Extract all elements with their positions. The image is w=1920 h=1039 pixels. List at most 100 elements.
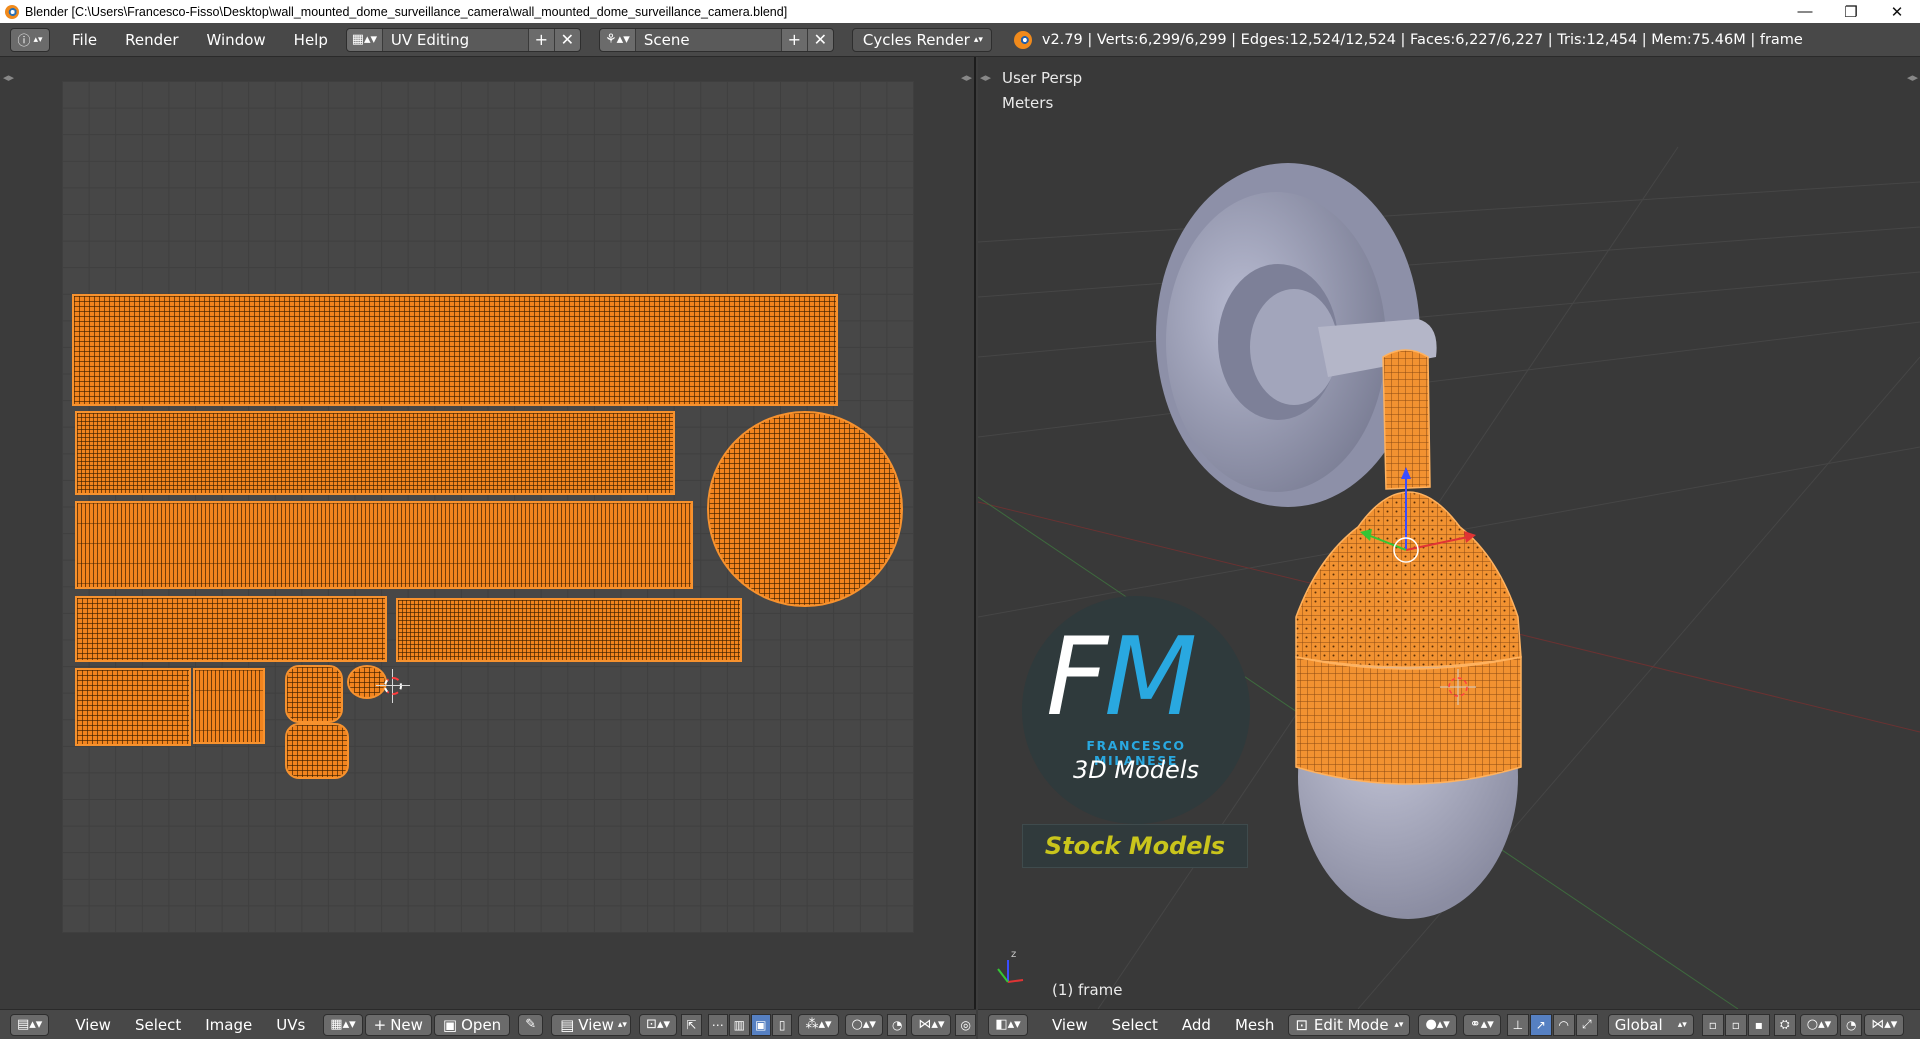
3d-menu-mesh[interactable]: Mesh (1223, 1016, 1287, 1034)
active-object-label: (1) frame (1052, 981, 1123, 999)
sticky-select-dropdown[interactable]: ⁂▴▾ (798, 1013, 839, 1036)
occlude-geometry-icon[interactable]: ⛭ (1773, 1013, 1796, 1036)
uv-menu-view[interactable]: View (63, 1016, 123, 1034)
uv-island[interactable] (193, 668, 265, 744)
new-image-button[interactable]: + New (364, 1013, 432, 1036)
uv-island[interactable] (285, 723, 349, 779)
close-button[interactable]: ✕ (1874, 0, 1920, 23)
island-select-icon[interactable]: ▯ (771, 1013, 793, 1036)
view-mode-icon: ▤ (560, 1015, 575, 1034)
proportional-edit-dropdown[interactable]: ○▴▾ (844, 1013, 883, 1036)
editor-type-button[interactable]: ◧▴▾ (988, 1013, 1028, 1036)
corner-arrow-icon[interactable]: ◂▸ (3, 71, 14, 84)
menu-file[interactable]: File (58, 31, 111, 49)
blender-app-icon (5, 4, 19, 19)
updown-icon: ▴▾ (33, 34, 43, 45)
folder-icon: ▣ (442, 1015, 458, 1034)
restore-button[interactable]: ❐ (1828, 0, 1874, 23)
uv-island[interactable] (396, 598, 742, 662)
3d-menu-view[interactable]: View (1040, 1016, 1100, 1034)
uv-menu-image[interactable]: Image (193, 1016, 264, 1034)
edit-mode-icon: ⊡ (1295, 1015, 1309, 1034)
plus-icon: + (373, 1015, 387, 1034)
watermark-letter-f: F (1046, 615, 1108, 740)
layer-icon[interactable]: ▫ (1701, 1013, 1724, 1036)
add-layout-icon[interactable]: + (527, 28, 554, 51)
proportional-falloff-icon[interactable]: ◔ (886, 1013, 908, 1036)
uv-menu-uvs[interactable]: UVs (264, 1016, 317, 1034)
snap-icon: ⋈▴▾ (918, 1017, 945, 1032)
overlay-icon[interactable]: ◎ (955, 1013, 976, 1036)
uv-menu-select[interactable]: Select (123, 1016, 193, 1034)
stats-text: v2.79 | Verts:6,299/6,299 | Edges:12,524… (1041, 31, 1803, 48)
sync-selection-icon[interactable]: ⇱ (681, 1013, 702, 1036)
snap-element-dropdown[interactable]: ⋈▴▾ (1864, 1013, 1905, 1036)
viewport-shading-dropdown[interactable]: ●▴▾ (1418, 1013, 1457, 1036)
watermark-stock-label: Stock Models (1022, 824, 1248, 868)
screen-layout-selector[interactable]: ▦▴▾ UV Editing + ✕ (345, 27, 581, 52)
scene-selector[interactable]: ⚘▴▾ Scene + ✕ (598, 27, 834, 52)
remove-scene-icon[interactable]: ✕ (806, 28, 833, 51)
watermark-letter-m: M (1104, 615, 1197, 740)
menu-help[interactable]: Help (280, 31, 342, 49)
select-face-icon[interactable]: ▪ (1747, 1013, 1770, 1036)
new-image-label: New (390, 1015, 423, 1034)
face-select-icon[interactable]: ▣ (750, 1013, 771, 1036)
corner-arrow-icon[interactable]: ◂▸ (961, 71, 972, 84)
updown-icon: ▴▾ (1394, 1019, 1404, 1030)
snap-icon: ⋈▴▾ (1871, 1017, 1898, 1032)
uv-island[interactable] (75, 411, 675, 495)
uv-island[interactable] (72, 294, 838, 406)
uv-island[interactable] (75, 501, 693, 589)
scene-icon: ⚘▴▾ (600, 28, 636, 51)
2d-cursor[interactable] (376, 669, 410, 703)
info-header: ⓘ ▴▾ File Render Window Help ▦▴▾ UV Editi… (0, 23, 1920, 57)
updown-icon: ▴▾ (973, 34, 983, 45)
rotate-manipulator-icon[interactable]: ◠ (1552, 1013, 1575, 1036)
screen-layout-field[interactable]: UV Editing (382, 28, 528, 51)
image-browse-button[interactable]: ▦▴▾ (323, 1013, 363, 1036)
interaction-mode-dropdown[interactable]: ⊡ Edit Mode ▴▾ (1288, 1013, 1411, 1036)
pin-image-button[interactable]: ✎ (518, 1013, 544, 1036)
uv-island[interactable] (285, 665, 343, 723)
editor-type-button[interactable]: ▤▴▾ (10, 1013, 50, 1036)
3d-menu-select[interactable]: Select (1100, 1016, 1170, 1034)
updown-icon: ▴▾ (617, 1019, 627, 1030)
menu-render[interactable]: Render (111, 31, 192, 49)
minimize-button[interactable]: — (1782, 0, 1828, 23)
image-editor-icon: ▤▴▾ (17, 1017, 43, 1032)
view-mode-dropdown[interactable]: ▤ View ▴▾ (551, 1013, 632, 1036)
scale-manipulator-icon[interactable]: ⤢ (1575, 1013, 1598, 1036)
translate-manipulator-icon[interactable]: ↗ (1529, 1013, 1552, 1036)
add-scene-icon[interactable]: + (780, 28, 807, 51)
3d-menu-add[interactable]: Add (1170, 1016, 1223, 1034)
uv-grid[interactable] (62, 81, 914, 933)
pivot-point-dropdown[interactable]: ⚭▴▾ (1462, 1013, 1501, 1036)
cursor-ring (384, 677, 402, 695)
snap-dropdown[interactable]: ⋈▴▾ (911, 1013, 952, 1036)
editor-type-button[interactable]: ⓘ ▴▾ (10, 27, 50, 52)
remove-layout-icon[interactable]: ✕ (553, 28, 580, 51)
proportional-falloff-icon[interactable]: ◔ (1840, 1013, 1863, 1036)
interaction-mode-label: Edit Mode (1313, 1015, 1389, 1034)
shading-icon: ●▴▾ (1425, 1017, 1450, 1032)
proportional-icon: ○▴▾ (851, 1017, 876, 1032)
manipulator-toggle-icon[interactable]: ⊥ (1506, 1013, 1529, 1036)
vertex-select-icon[interactable]: ⋯ (707, 1013, 729, 1036)
edge-select-icon[interactable]: ▥ (729, 1013, 750, 1036)
image-browse-icon: ▦▴▾ (330, 1017, 356, 1032)
transform-orientation-dropdown[interactable]: Global ▴▾ (1607, 1013, 1694, 1036)
render-engine-dropdown[interactable]: Cycles Render ▴▾ (851, 27, 992, 52)
select-vertex-icon[interactable]: ▫ (1724, 1013, 1747, 1036)
menu-window[interactable]: Window (193, 31, 280, 49)
uv-island[interactable] (707, 411, 903, 607)
3d-view-icon: ◧▴▾ (995, 1017, 1021, 1032)
uv-island[interactable] (75, 668, 191, 746)
uv-image-editor[interactable]: ◂▸ ◂▸ (0, 57, 976, 1009)
scene-field[interactable]: Scene (635, 28, 781, 51)
pivot-button[interactable]: ⊡▴▾ (639, 1013, 678, 1036)
uv-island[interactable] (75, 596, 387, 662)
open-image-button[interactable]: ▣ Open (433, 1013, 511, 1036)
proportional-edit-dropdown[interactable]: ○▴▾ (1799, 1013, 1839, 1036)
sticky-icon: ⁂▴▾ (805, 1017, 832, 1032)
